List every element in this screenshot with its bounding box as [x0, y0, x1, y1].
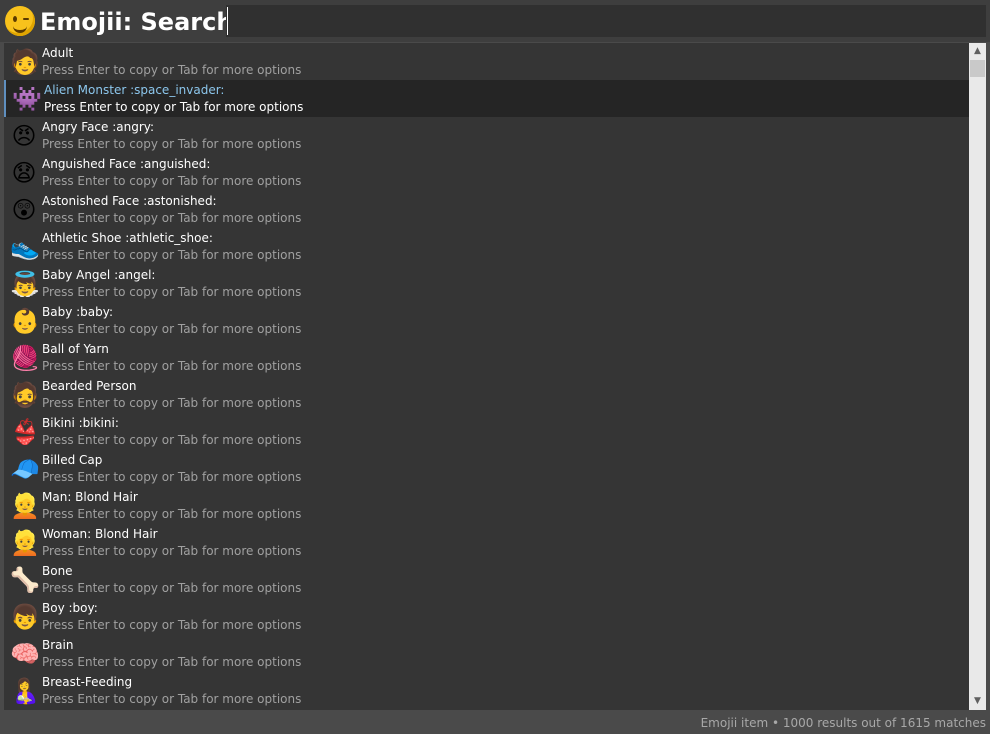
results-list[interactable]: 🧑 Adult Press Enter to copy or Tab for mor… — [4, 43, 969, 710]
scroll-down-arrow-icon[interactable]: ▼ — [969, 693, 986, 710]
list-item[interactable]: 👾 Alien Monster :space_invader: Press Ente… — [4, 80, 969, 117]
emoji-icon: 🧶 — [10, 344, 40, 372]
search-input[interactable] — [226, 5, 986, 37]
item-hint: Press Enter to copy or Tab for more opti… — [42, 507, 302, 521]
list-item[interactable]: 👱 Woman: Blond Hair Press Enter to copy or… — [4, 524, 969, 561]
item-title: Athletic Shoe :athletic_shoe: — [42, 231, 213, 245]
emoji-icon: 🧔 — [10, 381, 40, 409]
emoji-icon: 😠 — [11, 122, 37, 150]
list-item[interactable]: 🧔 Bearded Person Press Enter to copy or Ta… — [4, 376, 969, 413]
list-item[interactable]: 🧠 Brain Press Enter to copy or Tab for mor… — [4, 635, 969, 672]
item-title: Woman: Blond Hair — [42, 527, 158, 541]
item-title: Bone — [42, 564, 73, 578]
item-title: Bearded Person — [42, 379, 137, 393]
emoji-icon: 👼 — [10, 270, 40, 298]
item-title: Astonished Face :astonished: — [42, 194, 217, 208]
item-title: Bikini :bikini: — [42, 416, 119, 430]
item-hint: Press Enter to copy or Tab for more opti… — [42, 322, 302, 336]
emoji-icon: 👱 — [10, 529, 40, 557]
item-title: Boy :boy: — [42, 601, 98, 615]
item-hint: Press Enter to copy or Tab for more opti… — [42, 137, 302, 151]
status-text: Emojii item • 1000 results out of 1615 m… — [700, 716, 986, 730]
item-hint: Press Enter to copy or Tab for more opti… — [42, 544, 302, 558]
item-title: Brain — [42, 638, 74, 652]
emoji-icon: 🧑 — [10, 48, 40, 76]
winking-face-icon — [5, 6, 35, 36]
item-hint: Press Enter to copy or Tab for more opti… — [42, 248, 302, 262]
emoji-icon: 👶 — [10, 307, 40, 335]
list-item[interactable]: 👶 Baby :baby: Press Enter to copy or Tab f… — [4, 302, 969, 339]
emoji-icon: 👙 — [10, 418, 40, 446]
scroll-thumb[interactable] — [970, 60, 985, 77]
item-hint: Press Enter to copy or Tab for more opti… — [42, 692, 302, 706]
scroll-up-arrow-icon[interactable]: ▲ — [969, 43, 986, 60]
emoji-icon: 🧢 — [10, 455, 40, 483]
list-item[interactable]: 👙 Bikini :bikini: Press Enter to copy or T… — [4, 413, 969, 450]
item-title: Baby Angel :angel: — [42, 268, 156, 282]
app-title: Emojii: Search — [40, 8, 234, 36]
item-title: Angry Face :angry: — [42, 120, 155, 134]
list-item[interactable]: 😧 Anguished Face :anguished: Press Enter t… — [4, 154, 969, 191]
list-item[interactable]: 😠 Angry Face :angry: Press Enter to copy o… — [4, 117, 969, 154]
emoji-icon: 🧠 — [10, 640, 40, 668]
emoji-icon: 👾 — [12, 85, 42, 113]
emoji-icon: 👱 — [10, 492, 40, 520]
item-hint: Press Enter to copy or Tab for more opti… — [42, 285, 302, 299]
list-item[interactable]: 👱 Man: Blond Hair Press Enter to copy or T… — [4, 487, 969, 524]
item-title: Man: Blond Hair — [42, 490, 138, 504]
list-item[interactable]: 👼 Baby Angel :angel: Press Enter to copy o… — [4, 265, 969, 302]
item-hint: Press Enter to copy or Tab for more opti… — [42, 470, 302, 484]
item-title: Baby :baby: — [42, 305, 114, 319]
list-item[interactable]: 😲 Astonished Face :astonished: Press Enter… — [4, 191, 969, 228]
item-title: Breast-Feeding — [42, 675, 133, 689]
item-hint: Press Enter to copy or Tab for more opti… — [42, 433, 302, 447]
emoji-icon: 🤱 — [10, 677, 40, 705]
item-title: Billed Cap — [42, 453, 103, 467]
item-title: Alien Monster :space_invader: — [44, 83, 225, 97]
item-hint: Press Enter to copy or Tab for more opti… — [42, 211, 302, 225]
emoji-icon: 😧 — [11, 159, 37, 187]
list-item[interactable]: 🧢 Billed Cap Press Enter to copy or Tab fo… — [4, 450, 969, 487]
list-item[interactable]: 🧑 Adult Press Enter to copy or Tab for mor… — [4, 43, 969, 80]
text-caret — [227, 7, 228, 35]
emoji-icon: 🦴 — [10, 566, 40, 594]
emoji-icon: 😲 — [11, 196, 37, 224]
list-item[interactable]: 🤱 Breast-Feeding Press Enter to copy or Ta… — [4, 672, 969, 709]
item-hint: Press Enter to copy or Tab for more opti… — [42, 618, 302, 632]
item-title: Adult — [42, 46, 74, 60]
emoji-icon: 👟 — [10, 233, 40, 261]
list-item[interactable]: 👟 Athletic Shoe :athletic_shoe: Press Ente… — [4, 228, 969, 265]
list-item[interactable]: 🦴 Bone Press Enter to copy or Tab for more… — [4, 561, 969, 598]
item-hint: Press Enter to copy or Tab for more opti… — [42, 581, 302, 595]
item-hint: Press Enter to copy or Tab for more opti… — [42, 655, 302, 669]
header-bar: Emojii: Search — [0, 0, 990, 42]
item-hint: Press Enter to copy or Tab for more opti… — [44, 100, 304, 114]
item-hint: Press Enter to copy or Tab for more opti… — [42, 396, 302, 410]
list-item[interactable]: 🧶 Ball of Yarn Press Enter to copy or Tab … — [4, 339, 969, 376]
item-title: Anguished Face :anguished: — [42, 157, 211, 171]
item-hint: Press Enter to copy or Tab for more opti… — [42, 359, 302, 373]
item-hint: Press Enter to copy or Tab for more opti… — [42, 63, 302, 77]
item-title: Ball of Yarn — [42, 342, 109, 356]
item-hint: Press Enter to copy or Tab for more opti… — [42, 174, 302, 188]
list-item[interactable]: 👦 Boy :boy: Press Enter to copy or Tab for… — [4, 598, 969, 635]
scrollbar[interactable]: ▲ ▼ — [969, 43, 986, 710]
emoji-icon: 👦 — [10, 603, 40, 631]
